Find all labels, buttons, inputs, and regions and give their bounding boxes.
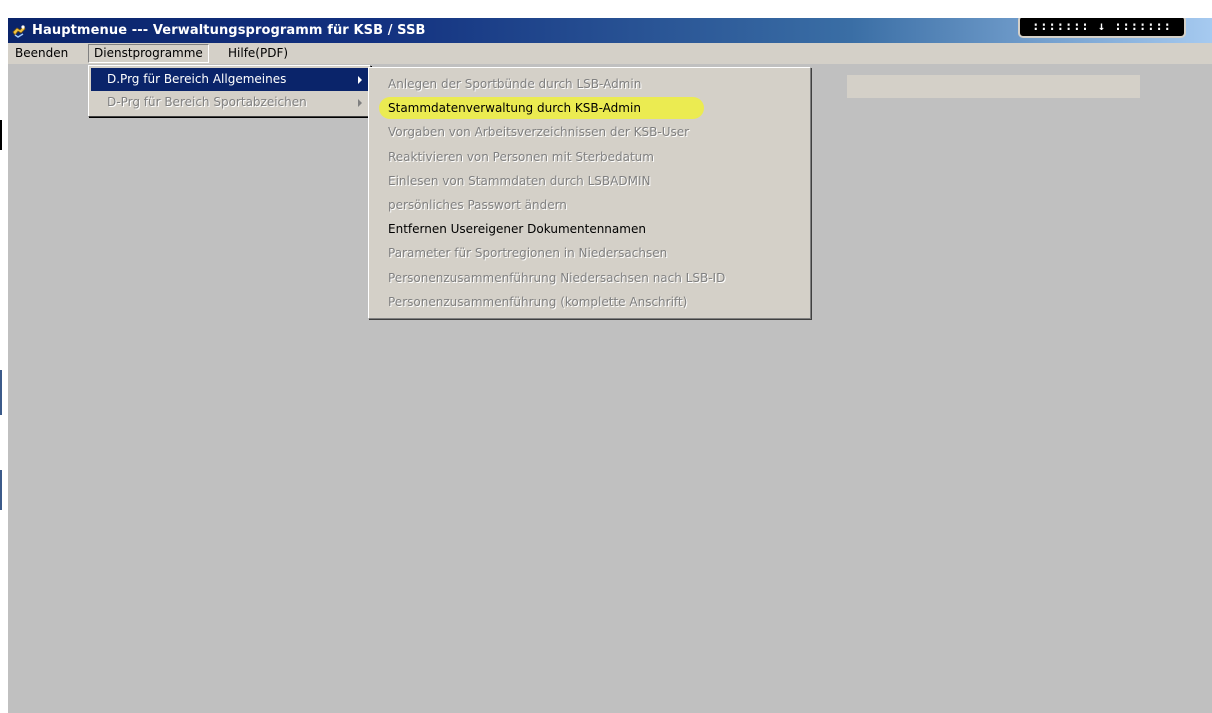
- submenu-item-entfernen-dokumentennamen[interactable]: Entfernen Usereigener Dokumentennamen: [371, 217, 808, 241]
- allgemeines-submenu: Anlegen der Sportbünde durch LSB-Admin S…: [368, 67, 811, 319]
- menu-dienstprogramme[interactable]: Dienstprogramme: [88, 44, 209, 63]
- submenu-item-einlesen-stammdaten[interactable]: Einlesen von Stammdaten durch LSBADMIN: [371, 169, 808, 193]
- edge-mark: [0, 120, 2, 150]
- menu-bar: Beenden Dienstprogramme Hilfe(PDF): [8, 43, 1212, 64]
- submenu-item-label: Entfernen Usereigener Dokumentennamen: [388, 222, 646, 237]
- edge-mark: [0, 370, 2, 415]
- submenu-item-stammdatenverwaltung[interactable]: Stammdatenverwaltung durch KSB-Admin: [371, 96, 808, 120]
- submenu-item-passwort-aendern[interactable]: persönliches Passwort ändern: [371, 193, 808, 217]
- submenu-item-reaktivieren-personen[interactable]: Reaktivieren von Personen mit Sterbedatu…: [371, 145, 808, 169]
- submenu-item-personenzusammenfuehrung-lsb-id[interactable]: Personenzusammenführung Niedersachsen na…: [371, 266, 808, 290]
- submenu-item-label: Parameter für Sportregionen in Niedersac…: [388, 246, 668, 261]
- menu-beenden[interactable]: Beenden: [10, 44, 73, 63]
- submenu-arrow-icon: [358, 76, 362, 84]
- submenu-item-personenzusammenfuehrung-anschrift[interactable]: Personenzusammenführung (komplette Ansch…: [371, 290, 808, 314]
- app-icon: [12, 25, 26, 38]
- menu-item-sportabzeichen[interactable]: D-Prg für Bereich Sportabzeichen: [91, 91, 368, 114]
- title-bar-widget[interactable]: ::::::: ↓ :::::::: [1018, 18, 1186, 38]
- title-bar[interactable]: Hauptmenue --- Verwaltungsprogramm für K…: [8, 18, 1212, 43]
- status-panel: [847, 75, 1140, 98]
- submenu-item-label: Stammdatenverwaltung durch KSB-Admin: [388, 101, 641, 116]
- submenu-item-label: Einlesen von Stammdaten durch LSBADMIN: [388, 173, 651, 188]
- submenu-item-label: Personenzusammenführung Niedersachsen na…: [388, 270, 726, 285]
- menu-hilfe-pdf[interactable]: Hilfe(PDF): [223, 44, 293, 63]
- submenu-item-label: persönliches Passwort ändern: [388, 197, 567, 212]
- menu-item-label: D-Prg für Bereich Sportabzeichen: [107, 95, 307, 109]
- menu-item-label: D.Prg für Bereich Allgemeines: [107, 72, 287, 86]
- submenu-item-label: Personenzusammenführung (komplette Ansch…: [388, 294, 688, 309]
- dienstprogramme-dropdown: D.Prg für Bereich Allgemeines D-Prg für …: [88, 65, 371, 117]
- submenu-item-label: Anlegen der Sportbünde durch LSB-Admin: [388, 77, 642, 91]
- edge-mark: [0, 470, 2, 510]
- menu-item-allgemeines[interactable]: D.Prg für Bereich Allgemeines: [91, 68, 368, 91]
- submenu-item-label: Vorgaben von Arbeitsverzeichnissen der K…: [388, 125, 690, 140]
- screen: Hauptmenue --- Verwaltungsprogramm für K…: [0, 0, 1212, 713]
- submenu-item-vorgaben-arbeitsverzeichnisse[interactable]: Vorgaben von Arbeitsverzeichnissen der K…: [371, 120, 808, 144]
- window-title: Hauptmenue --- Verwaltungsprogramm für K…: [32, 23, 426, 38]
- main-window: Hauptmenue --- Verwaltungsprogramm für K…: [8, 18, 1212, 713]
- submenu-arrow-icon: [358, 99, 362, 107]
- submenu-item-label: Reaktivieren von Personen mit Sterbedatu…: [388, 149, 654, 164]
- submenu-item-parameter-sportregionen[interactable]: Parameter für Sportregionen in Niedersac…: [371, 241, 808, 265]
- submenu-item-anlegen-sportbuende[interactable]: Anlegen der Sportbünde durch LSB-Admin: [371, 72, 808, 96]
